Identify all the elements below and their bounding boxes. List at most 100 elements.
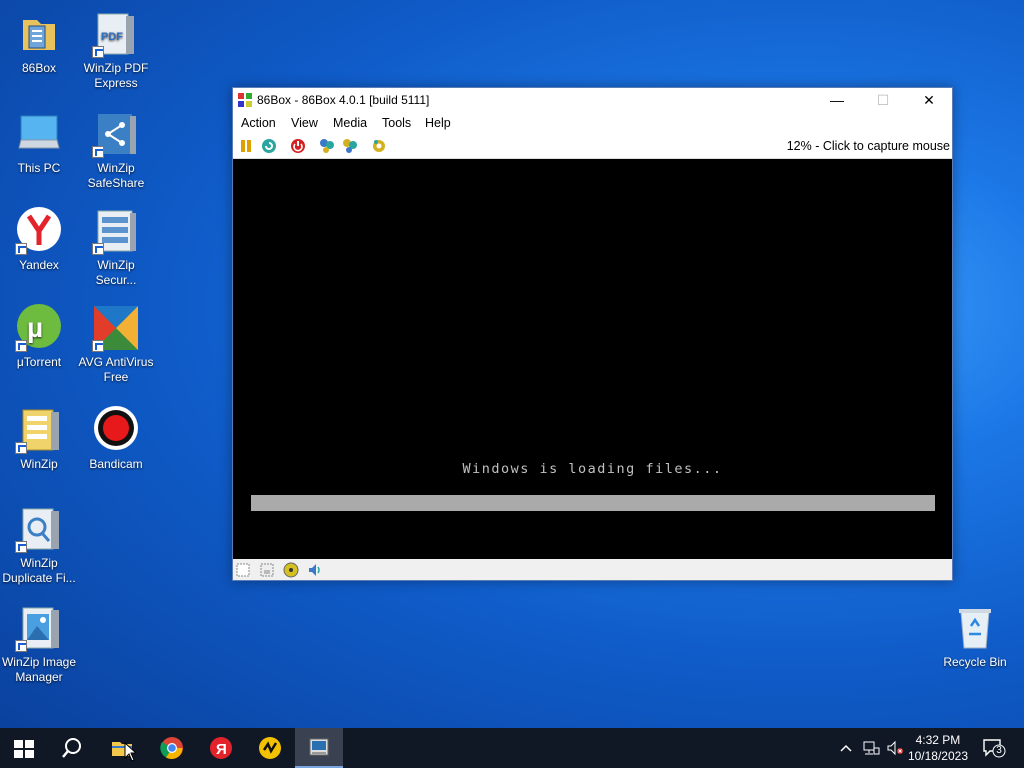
start-button[interactable] [0, 728, 48, 768]
winzip-secure-icon [92, 207, 140, 255]
desktop-icon-winzip-pdf-express[interactable]: PDF WinZip PDF Express [77, 10, 155, 91]
desktop-icon-label: WinZip PDF Express [83, 61, 149, 90]
winzip-image-manager-icon [15, 604, 63, 652]
network-icon[interactable] [862, 740, 880, 756]
pause-icon[interactable] [238, 138, 254, 154]
menu-tools[interactable]: Tools [382, 116, 411, 130]
winzip-safeshare-icon [92, 110, 140, 158]
desktop-icon-bandicam[interactable]: Bandicam [77, 406, 155, 472]
emulator-screen[interactable]: Windows is loading files... [233, 159, 952, 559]
winzip-duplicate-icon [15, 505, 63, 553]
settings-icon[interactable] [371, 138, 387, 154]
shortcut-arrow-icon [15, 340, 27, 352]
yandex-icon [15, 207, 63, 255]
menu-bar: Action View Media Tools Help [233, 112, 952, 134]
menu-view[interactable]: View [291, 116, 318, 130]
chrome-icon [160, 736, 184, 760]
menu-media[interactable]: Media [333, 116, 367, 130]
desktop-icon-label: Yandex [19, 258, 59, 272]
taskbar: Я 4:32 PM 10/18/2023 3 [0, 728, 1024, 768]
utorrent-icon: µ [15, 304, 63, 352]
bandicam-icon [92, 406, 140, 454]
desktop-icon-label: AVG AntiVirus Free [78, 355, 154, 384]
volume-muted-icon[interactable] [886, 740, 904, 756]
window-title: 86Box - 86Box 4.0.1 [build 5111] [257, 93, 430, 107]
mouse-cursor-icon [124, 741, 138, 762]
floppy-drive-2-icon[interactable] [259, 562, 275, 578]
shortcut-arrow-icon [15, 442, 27, 454]
floppy-drive-icon[interactable] [235, 562, 251, 578]
desktop-icon-avg-antivirus[interactable]: AVG AntiVirus Free [77, 304, 155, 385]
windows-logo-icon [12, 736, 36, 760]
86box-logo-icon [237, 92, 253, 108]
shortcut-arrow-icon [92, 243, 104, 255]
desktop-icon-yandex[interactable]: Yandex [0, 207, 78, 273]
desktop-icon-label: WinZip SafeShare [87, 161, 145, 190]
svg-text:PDF: PDF [101, 31, 123, 43]
minimize-button[interactable]: — [814, 88, 860, 112]
desktop-icon-label: WinZip Duplicate Fi... [2, 556, 76, 585]
search-button[interactable] [48, 728, 96, 768]
loading-message: Windows is loading files... [462, 461, 723, 477]
desktop-icon-label: μTorrent [16, 355, 62, 369]
yandex-browser-icon: Я [209, 736, 233, 760]
shortcut-arrow-icon [92, 340, 104, 352]
search-icon [60, 736, 84, 760]
taskbar-86box[interactable] [295, 728, 343, 768]
menu-help[interactable]: Help [425, 116, 451, 130]
desktop-icon-winzip[interactable]: WinZip [0, 406, 78, 472]
menu-action[interactable]: Action [241, 116, 276, 130]
toolbar: 12% - Click to capture mouse [233, 134, 952, 159]
86box-folder-icon [15, 10, 63, 58]
desktop-icon-label: This PC [17, 161, 61, 175]
avg-icon [92, 304, 140, 352]
close-button[interactable]: ✕ [906, 88, 952, 112]
86box-taskbar-icon [307, 736, 331, 760]
desktop-icon-winzip-duplicate[interactable]: WinZip Duplicate Fi... [0, 505, 78, 586]
show-hidden-icons-chevron-icon[interactable] [838, 740, 854, 756]
norton-icon [258, 736, 282, 760]
capture-mouse-status[interactable]: 12% - Click to capture mouse [787, 139, 950, 153]
desktop-icon-label: Bandicam [89, 457, 143, 471]
desktop-icon-winzip-image-manager[interactable]: WinZip Image Manager [0, 604, 78, 685]
maximize-button[interactable]: ☐ [860, 88, 906, 112]
computer-icon [15, 110, 63, 158]
sound-icon[interactable] [307, 562, 323, 578]
desktop-icon-label: Recycle Bin [943, 655, 1007, 669]
recycle-bin-icon [951, 604, 999, 652]
clock-time: 4:32 PM [915, 733, 961, 747]
power-icon[interactable] [290, 138, 306, 154]
taskbar-yandex[interactable]: Я [197, 728, 245, 768]
clock-date: 10/18/2023 [907, 749, 968, 763]
desktop-icon-winzip-secure[interactable]: WinZip Secur... [77, 207, 155, 288]
winzip-pdf-icon: PDF [92, 10, 140, 58]
shortcut-arrow-icon [92, 146, 104, 158]
desktop-icon-winzip-safeshare[interactable]: WinZip SafeShare [77, 110, 155, 191]
desktop-icon-label: 86Box [21, 61, 57, 75]
window-titlebar[interactable]: 86Box - 86Box 4.0.1 [build 5111] — ☐ ✕ [233, 88, 952, 112]
desktop-icon-this-pc[interactable]: This PC [0, 110, 78, 176]
status-bar [233, 559, 952, 580]
emulator-window[interactable]: 86Box - 86Box 4.0.1 [build 5111] — ☐ ✕ A… [232, 87, 953, 581]
cdrom-icon[interactable] [283, 562, 299, 578]
desktop-icon-label: WinZip Secur... [95, 258, 137, 287]
desktop-icon-label: WinZip [20, 457, 58, 471]
svg-text:Я: Я [216, 741, 227, 758]
shortcut-arrow-icon [15, 541, 27, 553]
shortcut-arrow-icon [92, 46, 104, 58]
reset-icon[interactable] [261, 138, 277, 154]
desktop-icon-utorrent[interactable]: µ μTorrent [0, 304, 78, 370]
desktop-icon-86box[interactable]: 86Box [0, 10, 78, 76]
taskbar-norton[interactable] [246, 728, 294, 768]
taskbar-file-explorer[interactable] [98, 728, 146, 768]
notification-center-icon[interactable]: 3 [982, 738, 1006, 758]
ctrl-alt-del-icon[interactable] [319, 138, 335, 154]
clock[interactable]: 4:32 PM 10/18/2023 [908, 732, 968, 764]
ctrl-alt-esc-icon[interactable] [342, 138, 358, 154]
shortcut-arrow-icon [15, 640, 27, 652]
shortcut-arrow-icon [15, 243, 27, 255]
taskbar-chrome[interactable] [148, 728, 196, 768]
desktop-icon-recycle-bin[interactable]: Recycle Bin [936, 604, 1014, 670]
winzip-icon [15, 406, 63, 454]
loading-progress-bar [251, 495, 935, 511]
